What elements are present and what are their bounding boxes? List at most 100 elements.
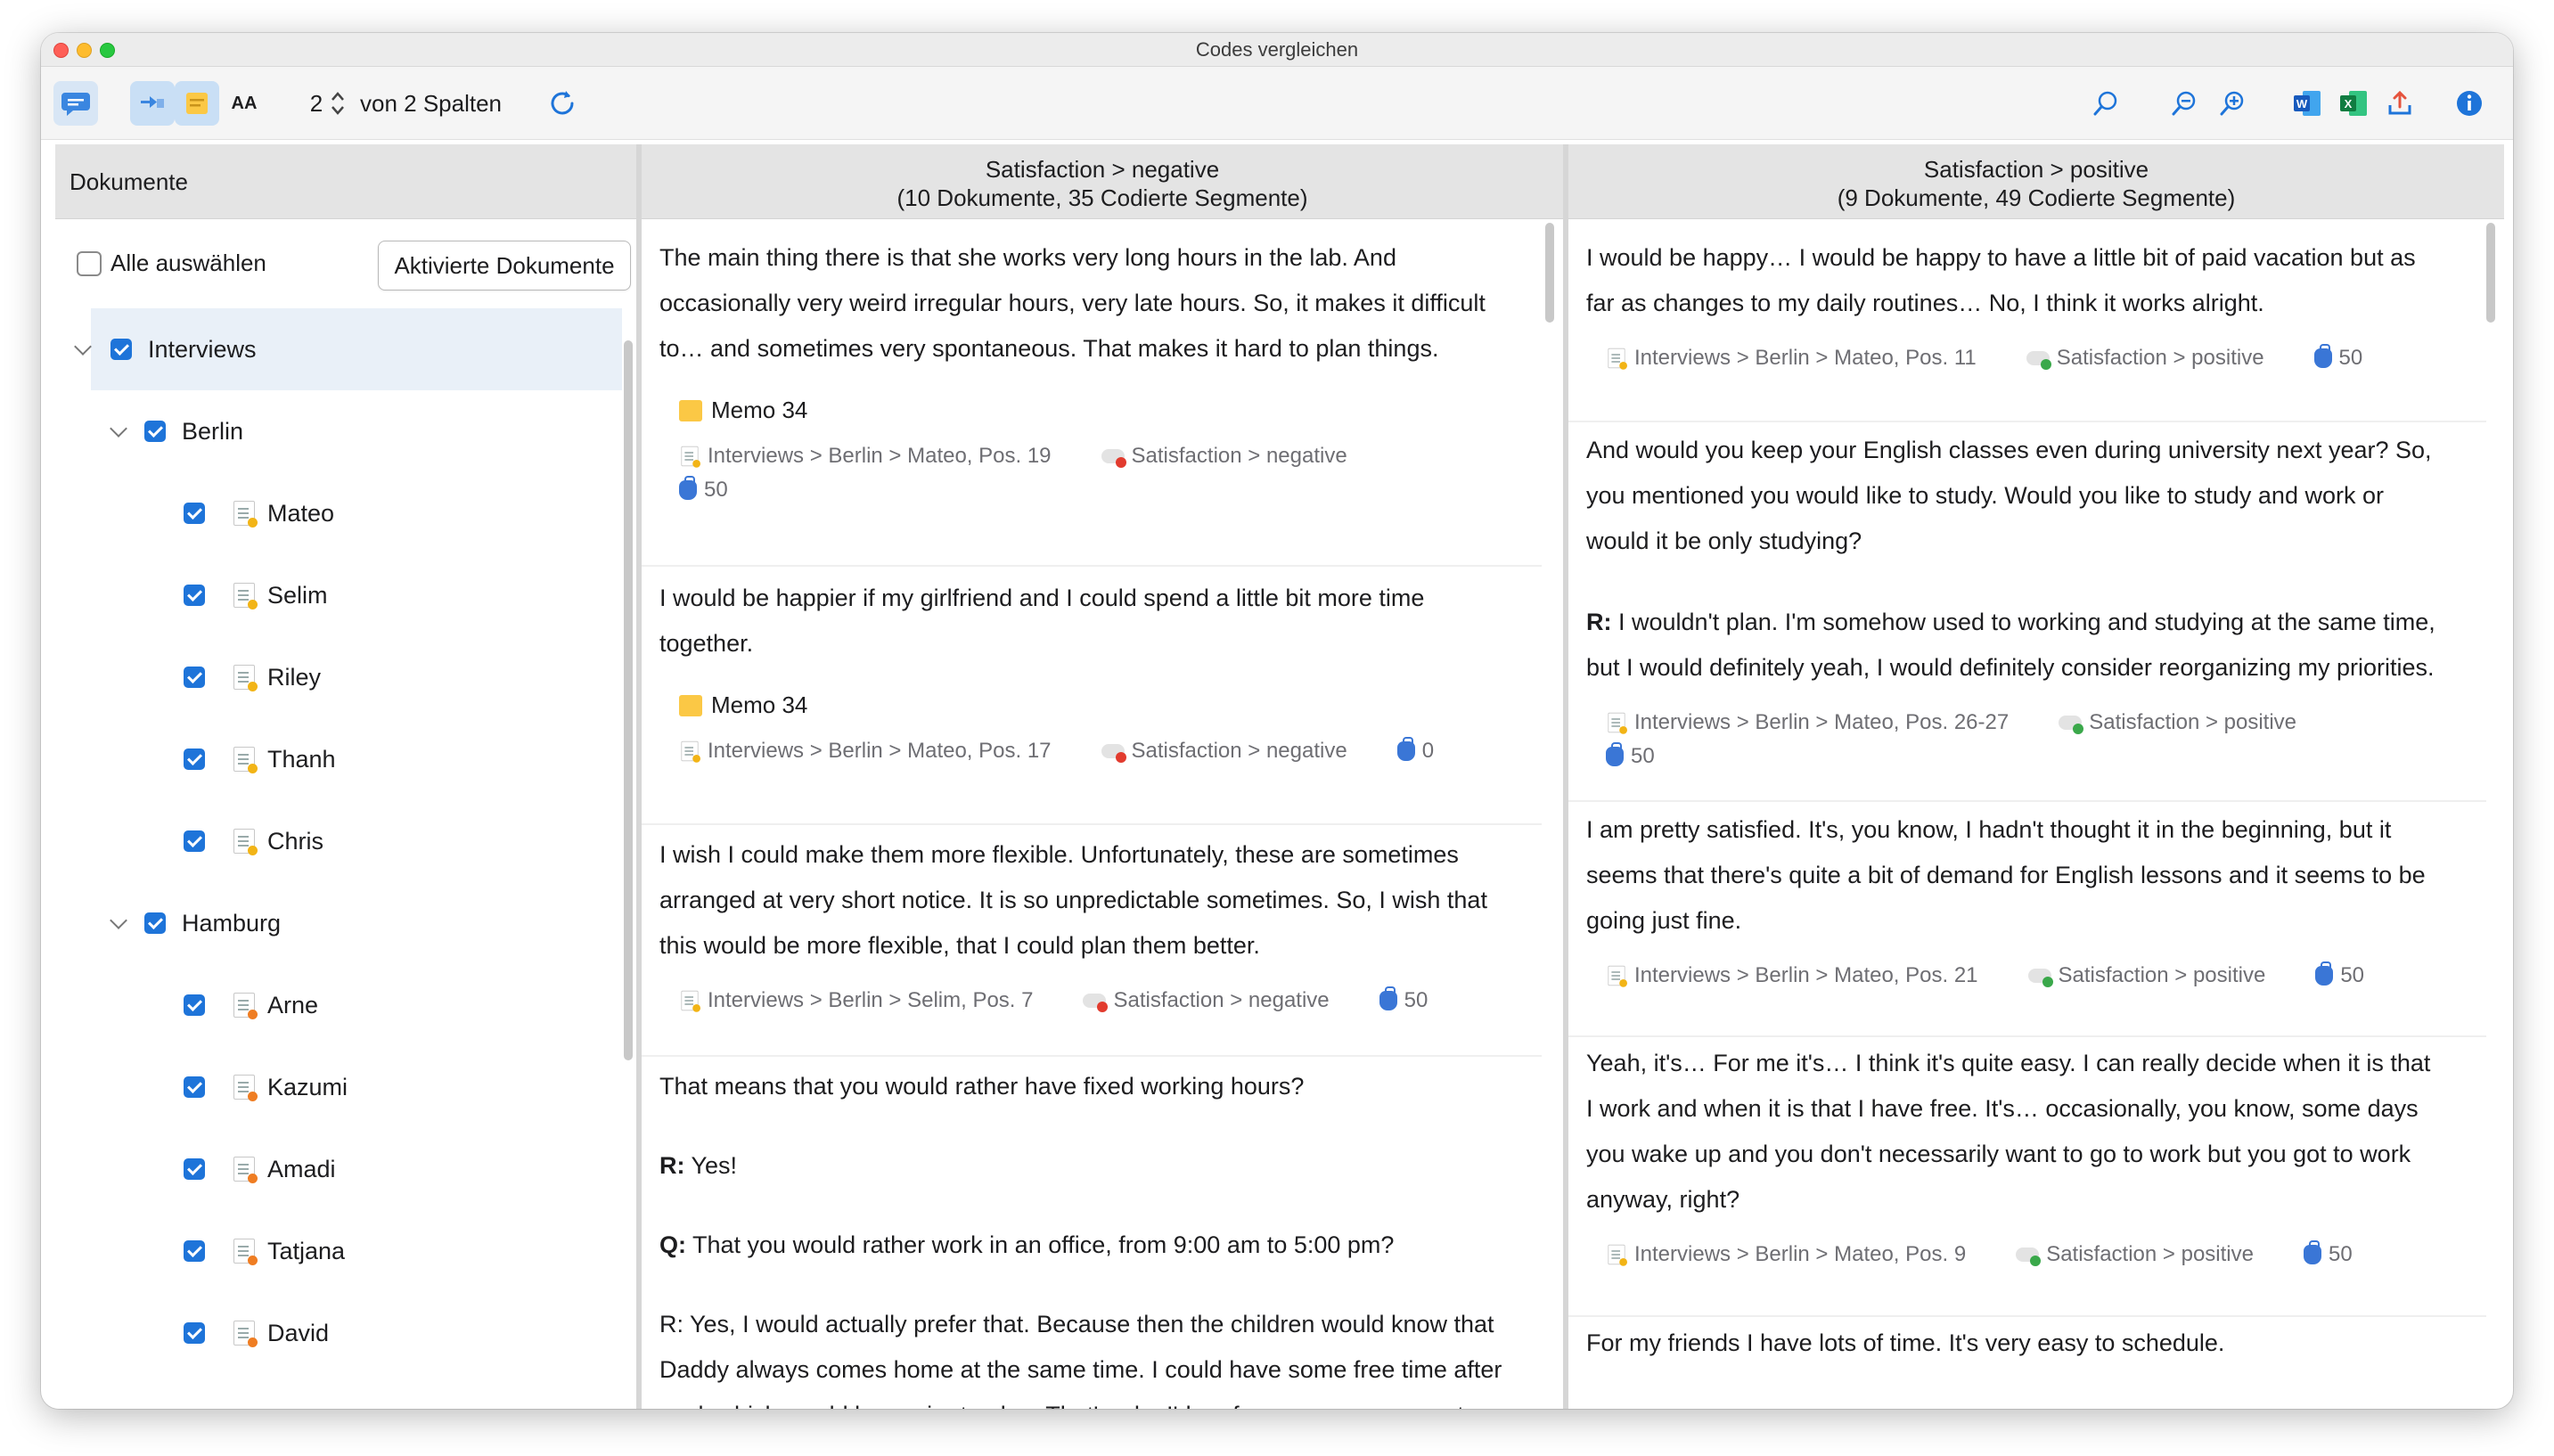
segment-source[interactable]: Interviews > Berlin > Mateo, Pos. 26-27 [1634, 710, 2009, 735]
document-label: Amadi [267, 1155, 336, 1182]
segment-memo[interactable]: Memo 34 [679, 397, 1524, 424]
chevron-down-icon[interactable] [110, 420, 127, 438]
columns-label: von 2 Spalten [360, 89, 503, 117]
info-button[interactable] [2449, 81, 2490, 126]
memo-toggle-button[interactable] [175, 81, 219, 126]
segment-line: arranged at very short notice. It is so … [659, 887, 1487, 913]
weight-icon [1606, 742, 1624, 766]
columns-stepper[interactable]: 2 [301, 81, 355, 126]
checkbox[interactable] [184, 1240, 205, 1262]
segment-source[interactable]: Interviews > Berlin > Mateo, Pos. 17 [708, 739, 1052, 764]
segment-separator [642, 1055, 1542, 1057]
columns-value[interactable]: 2 [310, 90, 323, 118]
document-label: David [267, 1319, 330, 1346]
document-icon [233, 665, 258, 691]
excel-export-button[interactable]: X [2333, 81, 2374, 126]
document-icon [233, 1075, 258, 1101]
segment-source[interactable]: Interviews > Berlin > Selim, Pos. 7 [708, 988, 1033, 1013]
checkbox[interactable] [184, 748, 205, 770]
activated-documents-button[interactable]: Aktivierte Dokumente [378, 241, 631, 290]
segment-line: you wake up and you don't necessarily wa… [1586, 1141, 2411, 1167]
checkbox[interactable] [144, 421, 166, 442]
search-button[interactable] [2085, 81, 2126, 126]
segment-memo[interactable]: Memo 34 [679, 691, 1524, 719]
column-scrollbar[interactable] [1545, 223, 1554, 323]
tree-doc-david[interactable]: David [184, 1292, 611, 1374]
export-icon [2388, 90, 2411, 115]
select-all-label: Alle auswählen [111, 249, 266, 276]
checkbox[interactable] [184, 503, 205, 524]
word-export-button[interactable]: W [2287, 81, 2328, 126]
tree-group-berlin[interactable]: Berlin [110, 390, 611, 472]
select-all-checkbox[interactable]: Alle auswählen [77, 249, 266, 277]
tree-doc-amadi[interactable]: Amadi [184, 1128, 611, 1210]
tree-doc-riley[interactable]: Riley [184, 636, 667, 718]
checkbox[interactable] [184, 585, 205, 606]
minimize-window-button[interactable] [77, 43, 92, 58]
coded-segment[interactable]: Yeah, it's… For me it's… I think it's qu… [1568, 1041, 2486, 1267]
tree-doc-arne[interactable]: Arne [184, 964, 611, 1046]
column-header: Satisfaction > negative (10 Dokumente, 3… [642, 144, 1563, 219]
tree-doc-thanh[interactable]: Thanh [184, 718, 667, 800]
tree-doc-kazumi[interactable]: Kazumi [184, 1046, 611, 1128]
coded-segment[interactable]: I wish I could make them more flexible. … [642, 832, 1542, 1013]
tree-doc-selim[interactable]: Selim [184, 554, 667, 636]
code-icon [1101, 449, 1126, 468]
coded-segment[interactable]: And would you keep your English classes … [1568, 428, 2486, 769]
checkbox[interactable] [184, 667, 205, 688]
chevron-down-icon[interactable] [74, 338, 92, 356]
segment-line: together. [659, 630, 754, 657]
segment-source[interactable]: Interviews > Berlin > Mateo, Pos. 19 [708, 444, 1052, 469]
checkbox[interactable] [184, 1322, 205, 1344]
info-icon [2457, 91, 2482, 116]
document-label: Mateo [267, 499, 335, 527]
checkbox[interactable] [184, 1158, 205, 1180]
column-scrollbar[interactable] [2486, 223, 2495, 323]
segment-separator [642, 823, 1542, 825]
coded-segment[interactable]: I would be happy… I would be happy to ha… [1568, 235, 2486, 371]
tree-doc-tatjana[interactable]: Tatjana [184, 1210, 611, 1292]
coded-segment[interactable]: The main thing there is that she works v… [642, 235, 1542, 503]
coded-segment[interactable]: I would be happier if my girlfriend and … [642, 576, 1542, 764]
export-button[interactable] [2379, 81, 2420, 126]
segment-source[interactable]: Interviews > Berlin > Mateo, Pos. 9 [1634, 1242, 1966, 1267]
segment-code: Satisfaction > positive [2058, 963, 2266, 987]
code-highlight-button[interactable] [130, 81, 175, 126]
tree-doc-mateo[interactable]: Mateo [184, 472, 667, 554]
zoom-in-button[interactable] [2212, 81, 2253, 126]
segment-source[interactable]: Interviews > Berlin > Mateo, Pos. 21 [1634, 963, 1978, 988]
chat-bubble-button[interactable] [53, 81, 98, 126]
chevron-down-icon[interactable] [110, 912, 127, 929]
coded-segment[interactable]: For my friends I have lots of time. It's… [1568, 1321, 2486, 1366]
zoom-out-button[interactable] [2164, 81, 2205, 126]
document-label: Kazumi [267, 1073, 348, 1100]
document-label: Thanh [267, 745, 336, 773]
segment-weight: 50 [679, 476, 1524, 503]
font-size-button[interactable]: AA [226, 81, 262, 126]
memo-icon [679, 694, 702, 716]
checkbox[interactable] [77, 250, 102, 276]
segment-separator [1568, 1035, 2486, 1037]
checkbox[interactable] [184, 830, 205, 852]
coded-segment[interactable]: That means that you would rather have fi… [642, 1064, 1542, 1409]
checkbox[interactable] [111, 339, 132, 360]
column-positive: Satisfaction > positive (9 Dokumente, 49… [1568, 144, 2504, 1409]
coded-segment[interactable]: I am pretty satisfied. It's, you know, I… [1568, 807, 2486, 988]
segment-source[interactable]: Interviews > Berlin > Mateo, Pos. 11 [1634, 346, 1977, 371]
segment-line: I would be happy… I would be happy to ha… [1586, 244, 2416, 271]
tree-group-interviews[interactable]: Interviews [74, 308, 622, 390]
stepper-arrows-icon[interactable] [330, 88, 346, 119]
column-title: Satisfaction > negative [985, 156, 1220, 183]
checkbox[interactable] [184, 1076, 205, 1098]
segment-weight: 50 [1606, 742, 2468, 769]
tree-doc-chris[interactable]: Chris [184, 800, 611, 882]
code-highlight-icon [141, 96, 164, 108]
tree-group-hamburg[interactable]: Hamburg [110, 882, 611, 964]
code-icon [2059, 716, 2084, 734]
close-window-button[interactable] [53, 43, 69, 58]
checkbox[interactable] [144, 912, 166, 934]
documents-scrollbar[interactable] [624, 340, 633, 1060]
refresh-button[interactable] [540, 81, 585, 126]
zoom-window-button[interactable] [100, 43, 115, 58]
checkbox[interactable] [184, 994, 205, 1016]
